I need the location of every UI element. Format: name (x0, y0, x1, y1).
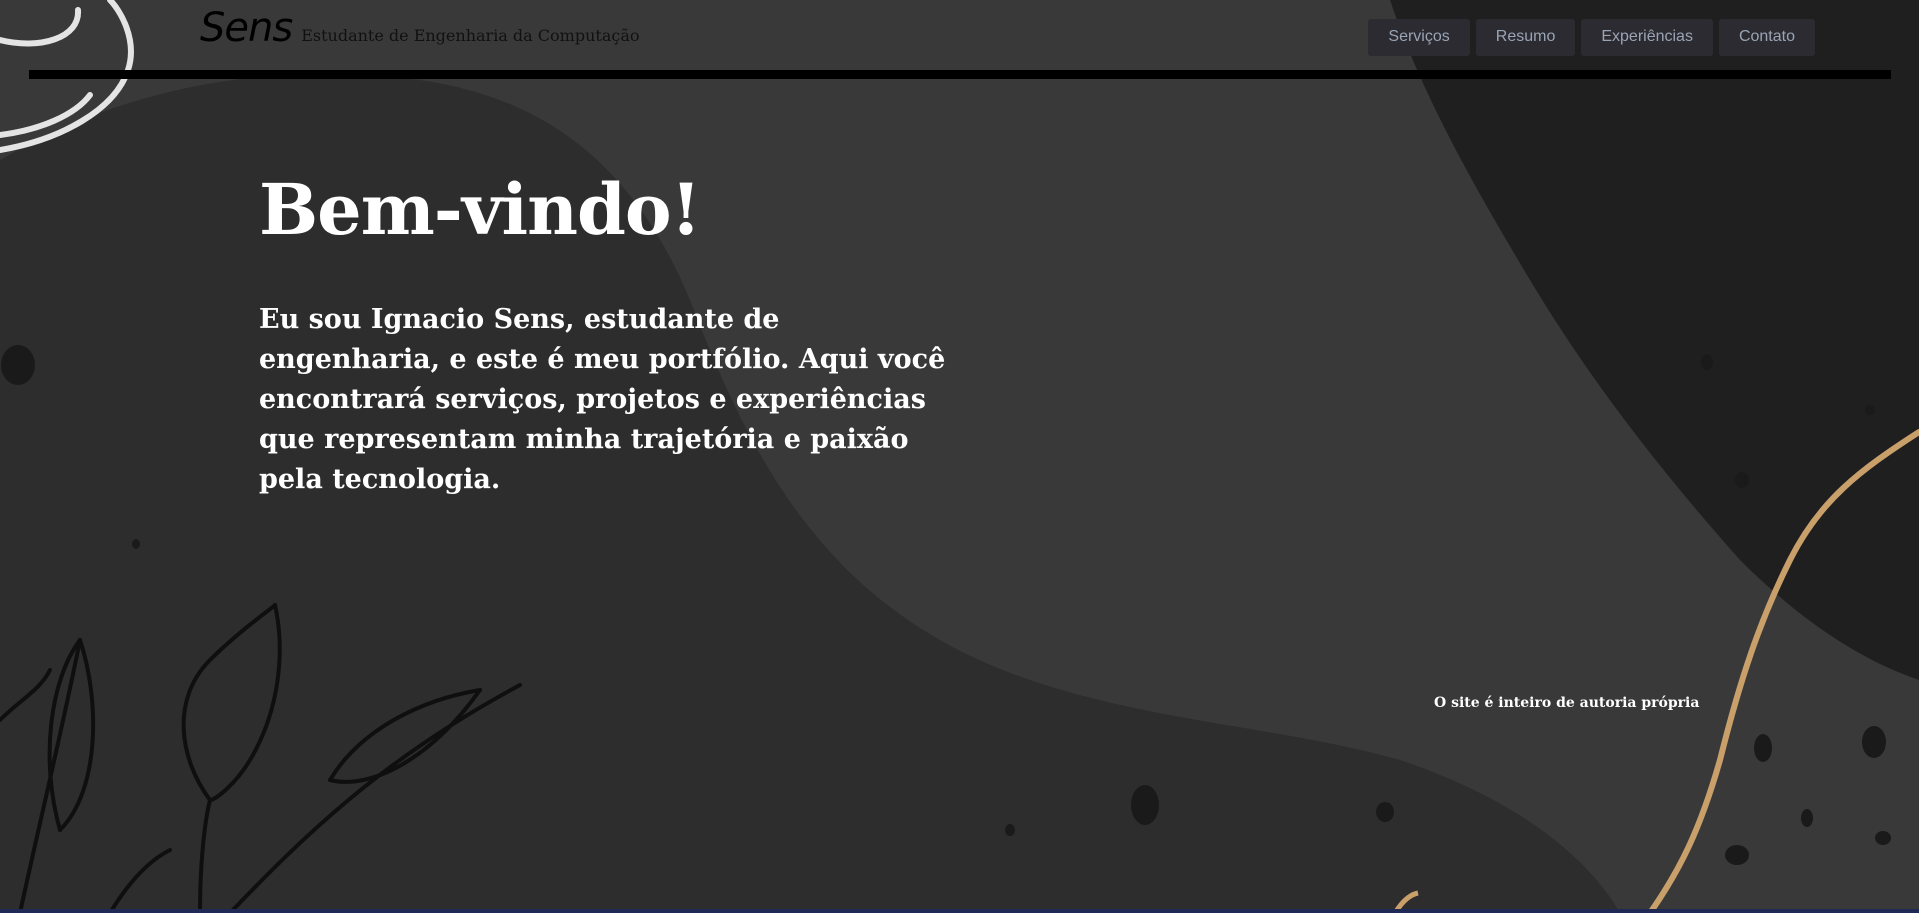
nav-item-resumo[interactable]: Resumo (1475, 19, 1576, 56)
nav-item-servicos[interactable]: Serviços (1368, 19, 1470, 56)
hero-section: Bem-vindo! Eu sou Ignacio Sens, estudant… (259, 164, 979, 500)
corner-blob (1390, 0, 1919, 680)
brand-tagline: Estudante de Engenharia da Computação (301, 26, 640, 45)
page: Sens Estudante de Engenharia da Computaç… (0, 0, 1919, 913)
hero-title: Bem-vindo! (259, 168, 701, 251)
header-divider (29, 70, 1891, 79)
main-nav: Serviços Resumo Experiências Contato (1368, 19, 1815, 56)
nav-item-experiencias[interactable]: Experiências (1581, 19, 1713, 56)
bottom-edge-bar (0, 909, 1919, 913)
brand-logo[interactable]: Sens (200, 6, 293, 50)
authorship-note: O site é inteiro de autoria própria (1434, 695, 1700, 711)
brand: Sens Estudante de Engenharia da Computaç… (200, 6, 640, 50)
site-header: Sens Estudante de Engenharia da Computaç… (0, 0, 1919, 80)
nav-item-contato[interactable]: Contato (1718, 19, 1815, 56)
hero-intro-text: Eu sou Ignacio Sens, estudante de engenh… (259, 304, 946, 495)
